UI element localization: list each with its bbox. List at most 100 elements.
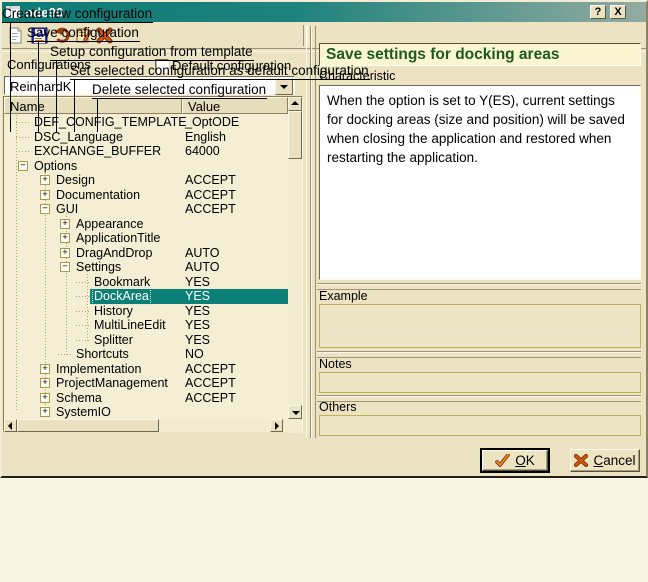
tree-row[interactable]: +DragAndDropAUTO: [4, 246, 288, 261]
panel-splitter[interactable]: [311, 26, 316, 438]
tree-row[interactable]: ShortcutsNO: [4, 347, 288, 362]
cancel-button[interactable]: Cancel: [570, 449, 640, 472]
tree-row[interactable]: +ApplicationTitle: [4, 231, 288, 246]
tree-row[interactable]: DSC_LanguageEnglish: [4, 130, 288, 145]
characteristic-text-box[interactable]: When the option is set to Y(ES), current…: [319, 85, 641, 280]
tree-node-value: ACCEPT: [185, 362, 236, 376]
tree-row[interactable]: +DocumentationACCEPT: [4, 188, 288, 203]
expand-icon[interactable]: +: [40, 364, 50, 374]
expand-icon[interactable]: +: [40, 190, 50, 200]
tree-row[interactable]: + Design ACCEPT: [4, 173, 288, 188]
tree-row[interactable]: DEF_CONFIG_TEMPLATE_OptODE: [4, 115, 288, 130]
column-header-value[interactable]: Value: [182, 97, 288, 114]
tree-row[interactable]: −SettingsAUTO: [4, 260, 288, 275]
section-splitter[interactable]: [317, 351, 641, 358]
tree-body: DEF_CONFIG_TEMPLATE_OptODEDSC_LanguageEn…: [4, 115, 288, 420]
tree-node-value: YES: [185, 289, 210, 303]
scroll-up-icon[interactable]: [288, 97, 302, 111]
help-button[interactable]: ?: [590, 5, 606, 19]
chevron-down-icon[interactable]: [275, 78, 293, 95]
tree-row[interactable]: Bookmark YES: [4, 275, 288, 290]
tree-guide-line: [87, 271, 88, 341]
expand-icon[interactable]: +: [40, 378, 50, 388]
cancel-button-label: Cancel: [593, 453, 635, 468]
tree-guide-line: [16, 115, 17, 412]
collapse-icon[interactable]: −: [40, 204, 50, 214]
notes-text-box[interactable]: [319, 372, 641, 393]
expand-icon[interactable]: +: [60, 233, 70, 243]
tree-node-value: 64000: [185, 144, 220, 158]
tree-row[interactable]: EXCHANGE_BUFFER64000: [4, 144, 288, 159]
horizontal-scroll-thumb[interactable]: [17, 419, 159, 432]
callout-annotation: Save configuration: [27, 24, 140, 42]
tree-row[interactable]: DockArea YES: [4, 289, 288, 304]
tree-node-name: GUI: [56, 202, 78, 216]
new-configuration-button[interactable]: [6, 26, 24, 44]
callout-annotation: Set selected configuration as default co…: [70, 62, 370, 80]
tree-vertical-scrollbar[interactable]: [288, 97, 302, 433]
tree-node-name: Appearance: [76, 217, 143, 231]
expand-icon[interactable]: +: [60, 219, 70, 229]
tree-node-name: DockArea: [94, 289, 149, 303]
tree-header: Name Value: [4, 97, 302, 114]
tree-connector: [76, 296, 91, 297]
tree-node-value: English: [185, 130, 226, 144]
close-button[interactable]: X: [610, 5, 626, 19]
tree-row[interactable]: + ProjectManagement ACCEPT: [4, 376, 288, 391]
callout-label: Delete selected configuration: [92, 82, 267, 99]
tree-node-value: ASCII: [185, 420, 218, 421]
tree-node-value: YES: [185, 304, 210, 318]
callout-leader-line: [74, 79, 75, 132]
tree-node-name: Settings: [76, 260, 121, 274]
tree-row[interactable]: MultiLineEditYES: [4, 318, 288, 333]
tree-node-name: Implementation: [56, 362, 141, 376]
tree-row[interactable]: + Implementation ACCEPT: [4, 362, 288, 377]
ok-button-label: OK: [515, 453, 535, 468]
tree-row[interactable]: −Options: [4, 159, 288, 174]
tree-row[interactable]: + Appearance: [4, 217, 288, 232]
tree-node-name: TEXT_ENCODING: [34, 420, 140, 421]
expand-icon[interactable]: +: [40, 407, 50, 417]
scroll-down-icon[interactable]: [288, 405, 302, 419]
tree-connector: [76, 325, 91, 326]
example-text-box[interactable]: [319, 304, 641, 348]
vertical-scroll-thumb[interactable]: [288, 111, 302, 159]
tree-node-value: NO: [185, 347, 204, 361]
callout-leader-line: [56, 60, 57, 132]
tree-row[interactable]: HistoryYES: [4, 304, 288, 319]
tree-node-value: YES: [185, 333, 210, 347]
expand-icon[interactable]: +: [60, 248, 70, 258]
configuration-selected-value: ReinhardK: [10, 79, 71, 94]
tree-row[interactable]: SplitterYES: [4, 333, 288, 348]
tree-node-value: YES: [185, 275, 210, 289]
section-splitter[interactable]: [317, 395, 641, 402]
callout-annotation: Setup configuration from template: [50, 43, 254, 61]
tree-row[interactable]: −GUI ACCEPT: [4, 202, 288, 217]
tree-node-name: Bookmark: [94, 275, 150, 289]
tree-node-value: YES: [185, 318, 210, 332]
callout-annotation: Delete selected configuration: [92, 81, 267, 99]
tree-node-name: ProjectManagement: [56, 376, 168, 390]
tree-node-name: Design: [56, 173, 95, 187]
tree-node-value: ACCEPT: [185, 202, 236, 216]
column-header-name[interactable]: Name: [4, 97, 182, 114]
scroll-left-icon[interactable]: [4, 419, 17, 432]
collapse-icon[interactable]: −: [18, 161, 28, 171]
tree-node-value: ACCEPT: [185, 376, 236, 390]
tree-node-name: Schema: [56, 391, 102, 405]
expand-icon[interactable]: +: [40, 393, 50, 403]
tree-row[interactable]: +SystemIO: [4, 405, 288, 420]
collapse-icon[interactable]: −: [60, 262, 70, 272]
scroll-right-icon[interactable]: [270, 419, 283, 432]
tree-node-value: ACCEPT: [185, 173, 236, 187]
callout-leader-line: [97, 98, 98, 132]
others-text-box[interactable]: [319, 415, 641, 436]
tree-horizontal-scrollbar[interactable]: [4, 419, 288, 432]
tree-row[interactable]: +SchemaACCEPT: [4, 391, 288, 406]
callout-label: Save configuration: [27, 25, 140, 42]
tree-node-value: ACCEPT: [185, 188, 236, 202]
ok-button[interactable]: OK: [482, 450, 548, 471]
callout-label: Create new configuration: [2, 6, 153, 23]
tree-connector: [76, 311, 91, 312]
expand-icon[interactable]: +: [40, 175, 50, 185]
